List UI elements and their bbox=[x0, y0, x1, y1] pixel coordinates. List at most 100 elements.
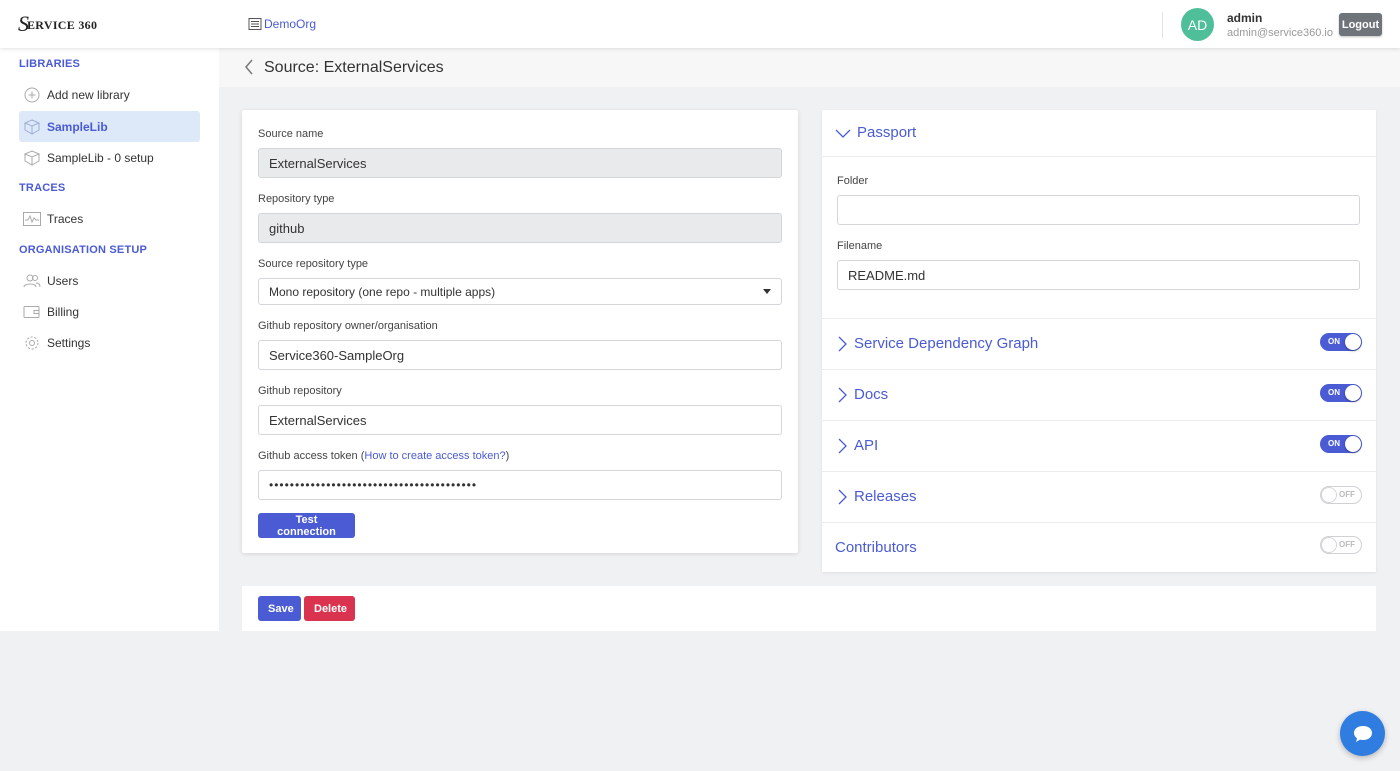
delete-button[interactable]: Delete bbox=[304, 596, 355, 621]
source-form-card: Source name Repository type Source repos… bbox=[242, 110, 798, 553]
folder-input[interactable] bbox=[837, 195, 1360, 225]
repo-type-label: Repository type bbox=[258, 193, 335, 205]
sidebar-item-label: Traces bbox=[47, 211, 84, 226]
section-libraries: LIBRARIES bbox=[19, 58, 81, 70]
passport-header[interactable]: Passport bbox=[835, 124, 916, 141]
caret-down-icon bbox=[763, 289, 771, 294]
wallet-icon bbox=[23, 303, 41, 321]
chevron-down-icon bbox=[835, 129, 851, 138]
source-repo-type-select[interactable]: Mono repository (one repo - multiple app… bbox=[258, 278, 782, 305]
sidebar: LIBRARIES Add new library SampleLib Samp… bbox=[0, 48, 219, 631]
filename-label: Filename bbox=[837, 240, 883, 252]
section-org-setup: ORGANISATION SETUP bbox=[19, 244, 148, 256]
test-connection-button[interactable]: Test connection bbox=[258, 513, 355, 538]
toggle-knob bbox=[1345, 334, 1361, 350]
source-repo-type-label: Source repository type bbox=[258, 258, 369, 270]
users-icon bbox=[23, 272, 41, 290]
passport-body: Folder Filename bbox=[822, 156, 1376, 318]
feature-header[interactable]: Releases bbox=[836, 488, 917, 505]
releases-toggle[interactable]: OFF bbox=[1320, 486, 1362, 504]
sidebar-item-label: Add new library bbox=[47, 87, 130, 102]
sidebar-item-settings[interactable]: Settings bbox=[19, 327, 200, 358]
token-label-text: Github access token ( bbox=[258, 450, 365, 462]
select-value: Mono repository (one repo - multiple app… bbox=[269, 284, 496, 299]
feature-row-releases[interactable]: Releases OFF bbox=[822, 471, 1376, 522]
logo-text: ERVICE 360 bbox=[27, 18, 98, 32]
plus-circle-icon bbox=[23, 86, 41, 104]
header-divider bbox=[1162, 12, 1163, 38]
org-switcher[interactable]: DemoOrg bbox=[248, 17, 316, 31]
top-header: S ERVICE 360 DemoOrg AD admin admin@serv… bbox=[0, 0, 1400, 48]
action-bar: Save Delete bbox=[242, 586, 1376, 631]
chevron-left-icon[interactable] bbox=[243, 58, 255, 76]
sidebar-item-label: Billing bbox=[47, 304, 80, 319]
service360-logo[interactable]: S ERVICE 360 bbox=[18, 13, 98, 35]
cube-icon bbox=[23, 149, 41, 167]
sidebar-item-label: Settings bbox=[47, 335, 91, 350]
logout-button[interactable]: Logout bbox=[1339, 13, 1382, 36]
feature-label: Docs bbox=[854, 386, 889, 403]
sidebar-item-traces[interactable]: Traces bbox=[19, 203, 200, 234]
toggle-state: ON bbox=[1328, 388, 1340, 397]
toggle-knob bbox=[1345, 436, 1361, 452]
dependency-graph-toggle[interactable]: ON bbox=[1320, 333, 1362, 351]
feature-label: API bbox=[854, 437, 879, 454]
feature-header[interactable]: Docs bbox=[836, 386, 888, 403]
features-card: Passport Folder Filename Service Depende… bbox=[822, 110, 1376, 572]
api-toggle[interactable]: ON bbox=[1320, 435, 1362, 453]
docs-toggle[interactable]: ON bbox=[1320, 384, 1362, 402]
section-traces: TRACES bbox=[19, 182, 66, 194]
cube-icon bbox=[23, 118, 41, 136]
toggle-state: ON bbox=[1328, 439, 1340, 448]
list-icon bbox=[248, 18, 262, 30]
chevron-right-icon bbox=[838, 387, 847, 402]
repo-label: Github repository bbox=[258, 385, 342, 397]
chat-widget-button[interactable] bbox=[1340, 711, 1385, 756]
repo-input[interactable] bbox=[258, 405, 782, 435]
sidebar-item-label: SampleLib - 0 setup bbox=[47, 150, 154, 165]
sidebar-item-billing[interactable]: Billing bbox=[19, 296, 200, 327]
owner-input[interactable] bbox=[258, 340, 782, 370]
page-title: Source: ExternalServices bbox=[264, 59, 444, 76]
token-input[interactable]: •••••••••••••••••••••••••••••••••••••••• bbox=[258, 470, 782, 500]
source-name-input[interactable] bbox=[258, 148, 782, 178]
toggle-state: OFF bbox=[1339, 490, 1355, 499]
org-name: DemoOrg bbox=[264, 17, 317, 31]
save-button[interactable]: Save bbox=[258, 596, 301, 621]
sidebar-item-label: Users bbox=[47, 273, 79, 288]
feature-header[interactable]: API bbox=[836, 437, 878, 454]
folder-label: Folder bbox=[837, 175, 869, 187]
feature-row-dependency-graph[interactable]: Service Dependency Graph ON bbox=[822, 318, 1376, 369]
token-label-end: ) bbox=[505, 450, 510, 462]
toggle-knob bbox=[1345, 385, 1361, 401]
toggle-state: OFF bbox=[1339, 540, 1355, 549]
sidebar-item-users[interactable]: Users bbox=[19, 265, 200, 296]
feature-header[interactable]: Contributors bbox=[835, 539, 917, 556]
feature-row-api[interactable]: API ON bbox=[822, 420, 1376, 471]
avatar[interactable]: AD bbox=[1181, 8, 1214, 41]
toggle-knob bbox=[1321, 487, 1337, 503]
sidebar-item-samplelib[interactable]: SampleLib bbox=[19, 111, 200, 142]
source-name-label: Source name bbox=[258, 128, 324, 140]
filename-input[interactable] bbox=[837, 260, 1360, 290]
user-name: admin bbox=[1227, 11, 1263, 25]
feature-row-docs[interactable]: Docs ON bbox=[822, 369, 1376, 420]
sidebar-item-add-library[interactable]: Add new library bbox=[19, 79, 200, 110]
feature-row-contributors[interactable]: Contributors OFF bbox=[822, 522, 1376, 572]
token-help-link[interactable]: How to create access token? bbox=[364, 450, 505, 462]
chevron-right-icon bbox=[838, 489, 847, 504]
repo-type-input[interactable] bbox=[258, 213, 782, 243]
feature-label: Releases bbox=[854, 488, 917, 505]
sidebar-item-label: SampleLib bbox=[47, 119, 108, 134]
owner-label: Github repository owner/organisation bbox=[258, 320, 438, 332]
user-email: admin@service360.io bbox=[1227, 27, 1333, 39]
sidebar-item-samplelib-setup[interactable]: SampleLib - 0 setup bbox=[19, 142, 200, 173]
gear-icon bbox=[23, 334, 41, 352]
feature-header[interactable]: Service Dependency Graph bbox=[836, 335, 1038, 352]
contributors-toggle[interactable]: OFF bbox=[1320, 536, 1362, 554]
feature-label: Contributors bbox=[835, 539, 917, 556]
toggle-state: ON bbox=[1328, 337, 1340, 346]
token-label: Github access token (How to create acces… bbox=[258, 450, 509, 462]
feature-label: Service Dependency Graph bbox=[854, 335, 1039, 352]
chevron-right-icon bbox=[838, 438, 847, 453]
